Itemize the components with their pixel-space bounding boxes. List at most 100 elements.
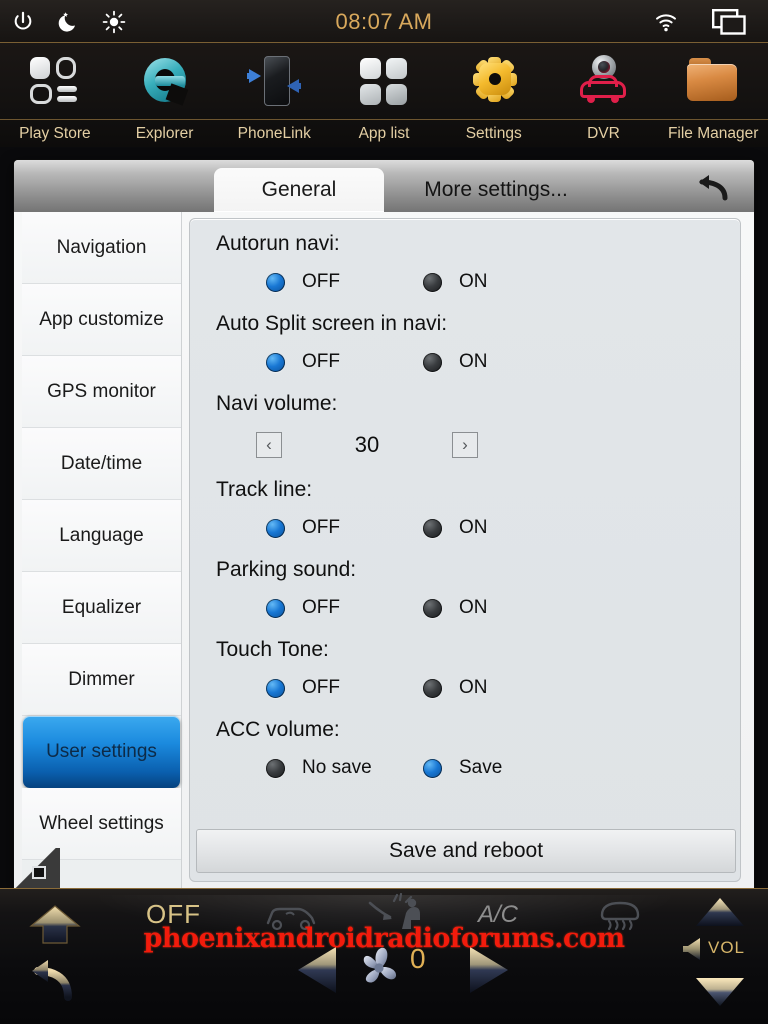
navi-volume-increase-button[interactable]: › (452, 432, 478, 458)
sidebar-label-app-customize: App customize (39, 308, 164, 330)
radio-auto-split-on[interactable]: ON (423, 351, 488, 373)
setting-autorun-navi: Autorun navi: OFF ON (190, 225, 742, 301)
fan-speed-value: 0 (410, 943, 426, 974)
radio-label-on: ON (459, 677, 488, 698)
app-file-manager[interactable] (658, 55, 768, 107)
speaker-button[interactable] (680, 935, 706, 968)
app-label-file-manager: File Manager (667, 124, 759, 142)
navi-volume-stepper: ‹ 30 › (216, 423, 742, 467)
sidebar-label-language: Language (59, 524, 144, 546)
setting-acc-volume: ACC volume: No save Save (190, 711, 742, 787)
app-label-dvr: DVR (587, 124, 620, 142)
radio-label-on: ON (459, 517, 488, 538)
radio-label-off: OFF (302, 517, 340, 538)
radio-dot (423, 518, 442, 538)
radio-dot (266, 758, 285, 778)
radio-dot (423, 598, 442, 618)
option-row-track-line: OFF ON (216, 509, 742, 547)
sidebar-label-date-time: Date/time (60, 452, 143, 474)
fan-decrease-button[interactable] (290, 941, 348, 1004)
screen-cast-icon[interactable] (712, 8, 746, 35)
sidebar-label-equalizer: Equalizer (61, 596, 142, 618)
ac-label[interactable]: A/C (478, 901, 518, 929)
option-row-parking-sound: OFF ON (216, 589, 742, 627)
app-label-app-list: App list (358, 124, 410, 142)
save-and-reboot-button[interactable]: Save and reboot (196, 829, 736, 873)
back-undo-icon (699, 175, 728, 201)
fan-left-arrow (298, 947, 336, 993)
volume-down-button[interactable] (694, 975, 746, 1014)
radio-dot-selected (423, 758, 442, 778)
dvr-camera-car-icon (576, 55, 630, 107)
back-icon (32, 960, 72, 1001)
home-icon (29, 905, 81, 944)
option-row-acc-volume: No save Save (216, 749, 742, 787)
radio-dot (423, 352, 442, 372)
tab-more-settings[interactable]: More settings... (392, 168, 600, 212)
radio-acc-volume-no-save[interactable]: No save (266, 757, 423, 779)
fan-icon (363, 947, 397, 983)
app-phonelink[interactable] (219, 55, 329, 107)
app-list-icon (357, 55, 411, 107)
radio-label-on: ON (459, 597, 488, 618)
radio-touch-tone-off[interactable]: OFF (266, 677, 423, 699)
clock: 08:07 AM (335, 8, 433, 34)
phonelink-icon (247, 55, 302, 107)
sidebar-item-app-customize[interactable]: App customize (22, 284, 181, 356)
radio-track-line-off[interactable]: OFF (266, 517, 423, 539)
settings-window: General More settings... Navigation App … (14, 160, 754, 888)
climate-mode-label[interactable]: OFF (146, 899, 201, 930)
window-corner-handle[interactable] (32, 866, 46, 879)
seat-airflow-icon[interactable] (364, 893, 432, 939)
back-button[interactable] (688, 168, 740, 208)
navi-volume-value: 30 (354, 432, 380, 457)
status-bar-right-icons (654, 0, 746, 43)
app-dvr[interactable] (549, 55, 659, 107)
radio-autorun-navi-on[interactable]: ON (423, 271, 488, 293)
back-button-bottom[interactable] (26, 957, 80, 1008)
radio-acc-volume-save[interactable]: Save (423, 757, 502, 779)
sidebar-item-dimmer[interactable]: Dimmer (22, 644, 181, 716)
tab-general[interactable]: General (214, 168, 384, 212)
radio-parking-sound-on[interactable]: ON (423, 597, 488, 619)
setting-parking-sound: Parking sound: OFF ON (190, 551, 742, 627)
fan-increase-button[interactable] (458, 941, 516, 1004)
app-app-list[interactable] (329, 55, 439, 107)
front-defrost-icon[interactable] (596, 897, 644, 933)
radio-dot-selected (266, 598, 285, 618)
radio-label-off: OFF (302, 271, 340, 292)
sidebar-item-date-time[interactable]: Date/time (22, 428, 181, 500)
climate-control-bar: OFF A/C 0 VOL phoenixandroidradioforums.… (0, 888, 768, 1024)
volume-label: VOL (708, 938, 746, 957)
sidebar-label-navigation: Navigation (56, 236, 147, 258)
sidebar-item-user-settings[interactable]: User settings (23, 716, 180, 788)
radio-touch-tone-on[interactable]: ON (423, 677, 488, 699)
sidebar-item-equalizer[interactable]: Equalizer (22, 572, 181, 644)
app-explorer[interactable] (110, 55, 220, 107)
navi-volume-decrease-button[interactable]: ‹ (256, 432, 282, 458)
app-settings[interactable] (439, 55, 549, 107)
volume-up-button[interactable] (694, 895, 746, 934)
radio-dot (423, 272, 442, 292)
folder-icon (686, 55, 740, 107)
rear-defrost-icon[interactable] (262, 899, 320, 933)
setting-touch-tone: Touch Tone: OFF ON (190, 631, 742, 707)
sidebar-item-navigation[interactable]: Navigation (22, 212, 181, 284)
radio-label-off: OFF (302, 351, 340, 372)
radio-autorun-navi-off[interactable]: OFF (266, 271, 423, 293)
radio-auto-split-off[interactable]: OFF (266, 351, 423, 373)
tab-strip: General More settings... (14, 160, 754, 212)
app-play-store[interactable] (0, 55, 110, 107)
radio-label-save: Save (459, 757, 503, 778)
radio-parking-sound-off[interactable]: OFF (266, 597, 423, 619)
home-button[interactable] (28, 903, 82, 952)
app-label-phonelink: PhoneLink (237, 124, 311, 142)
status-bar: 08:07 AM (0, 0, 768, 43)
radio-label-off: OFF (302, 597, 340, 618)
radio-track-line-on[interactable]: ON (423, 517, 488, 539)
sidebar-item-gps-monitor[interactable]: GPS monitor (22, 356, 181, 428)
sidebar-item-language[interactable]: Language (22, 500, 181, 572)
wifi-icon[interactable] (654, 11, 678, 33)
setting-navi-volume: Navi volume: ‹ 30 › (190, 385, 742, 467)
sidebar-label-dimmer: Dimmer (68, 668, 135, 690)
